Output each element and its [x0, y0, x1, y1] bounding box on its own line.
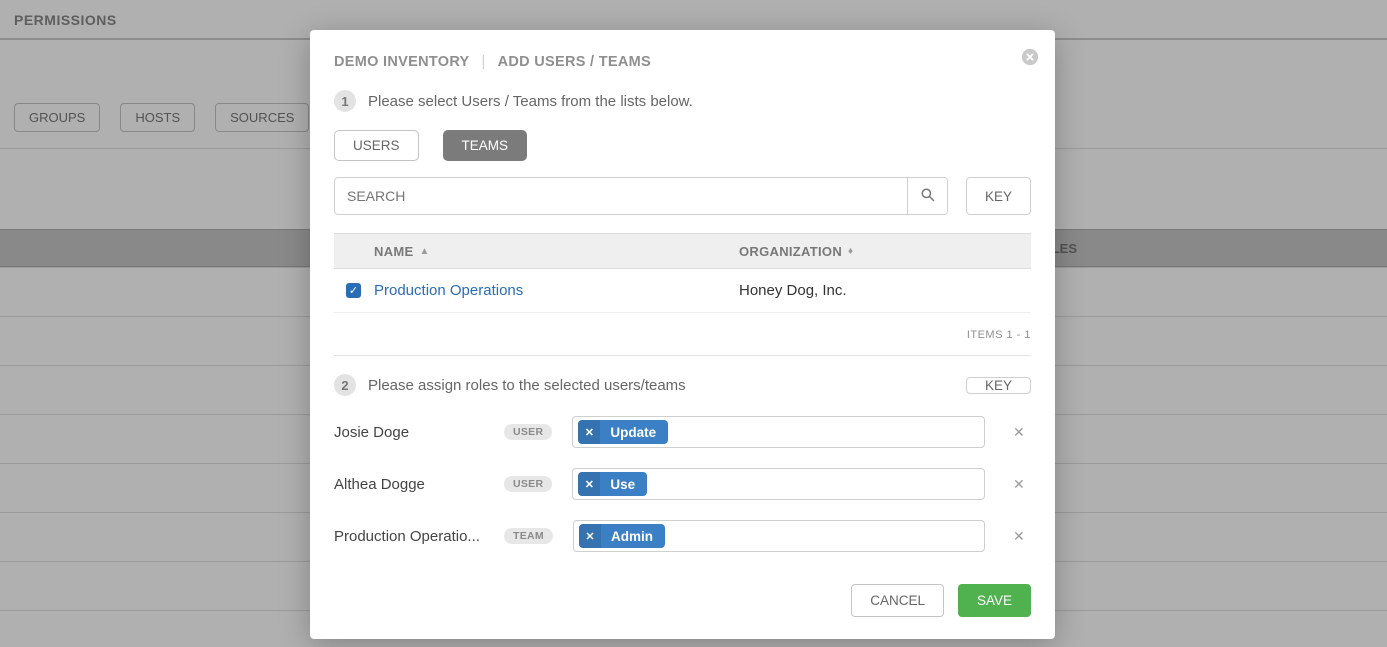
assignment-row: Production Operatio... TEAM ✕ Admin ✕: [334, 520, 1031, 552]
column-name[interactable]: NAME ▲: [374, 244, 739, 259]
role-chip: ✕ Use: [578, 472, 647, 496]
step-2-text: Please assign roles to the selected user…: [368, 377, 686, 394]
remove-chip-icon[interactable]: ✕: [579, 524, 601, 548]
type-badge: TEAM: [504, 528, 553, 544]
sort-asc-icon: ▲: [419, 246, 429, 257]
column-organization[interactable]: ORGANIZATION ♦: [739, 244, 1019, 259]
assignee-name: Althea Dogge: [334, 476, 494, 493]
assignee-name: Production Operatio...: [334, 528, 494, 545]
row-checkbox[interactable]: ✓: [346, 283, 361, 298]
add-users-teams-modal: DEMO INVENTORY | ADD USERS / TEAMS 1 Ple…: [310, 30, 1055, 639]
assignment-row: Althea Dogge USER ✕ Use ✕: [334, 468, 1031, 500]
step-2-badge: 2: [334, 374, 356, 396]
breadcrumb-root[interactable]: DEMO INVENTORY: [334, 54, 470, 70]
remove-row-icon[interactable]: ✕: [1013, 528, 1031, 545]
step-1-text: Please select Users / Teams from the lis…: [368, 93, 693, 110]
search-input[interactable]: [335, 178, 907, 214]
assignee-name: Josie Doge: [334, 424, 494, 441]
tab-users[interactable]: USERS: [334, 130, 419, 161]
cancel-button[interactable]: CANCEL: [851, 584, 944, 617]
pagination-summary: ITEMS 1 - 1: [334, 329, 1031, 341]
assignment-row: Josie Doge USER ✕ Update ✕: [334, 416, 1031, 448]
team-link[interactable]: Production Operations: [374, 282, 523, 299]
table-row: ✓ Production Operations Honey Dog, Inc.: [334, 269, 1031, 313]
remove-chip-icon[interactable]: ✕: [578, 420, 600, 444]
type-badge: USER: [504, 476, 552, 492]
close-icon[interactable]: [1021, 48, 1039, 66]
breadcrumb-leaf: ADD USERS / TEAMS: [498, 54, 651, 70]
tab-teams[interactable]: TEAMS: [443, 130, 528, 161]
org-cell: Honey Dog, Inc.: [739, 282, 1019, 299]
type-badge: USER: [504, 424, 552, 440]
step-1-badge: 1: [334, 90, 356, 112]
remove-chip-icon[interactable]: ✕: [578, 472, 600, 496]
role-chip: ✕ Admin: [579, 524, 665, 548]
role-select[interactable]: ✕ Admin: [573, 520, 985, 552]
sort-icon: ♦: [848, 246, 853, 257]
remove-row-icon[interactable]: ✕: [1013, 476, 1031, 493]
role-select[interactable]: ✕ Update: [572, 416, 985, 448]
search-icon: [920, 187, 935, 205]
search-button[interactable]: [907, 178, 947, 214]
breadcrumb: DEMO INVENTORY | ADD USERS / TEAMS: [334, 54, 1031, 70]
save-button[interactable]: SAVE: [958, 584, 1031, 617]
remove-row-icon[interactable]: ✕: [1013, 424, 1031, 441]
role-select[interactable]: ✕ Use: [572, 468, 985, 500]
role-chip: ✕ Update: [578, 420, 668, 444]
key-button-step1[interactable]: KEY: [966, 177, 1031, 215]
key-button-step2[interactable]: KEY: [966, 377, 1031, 394]
